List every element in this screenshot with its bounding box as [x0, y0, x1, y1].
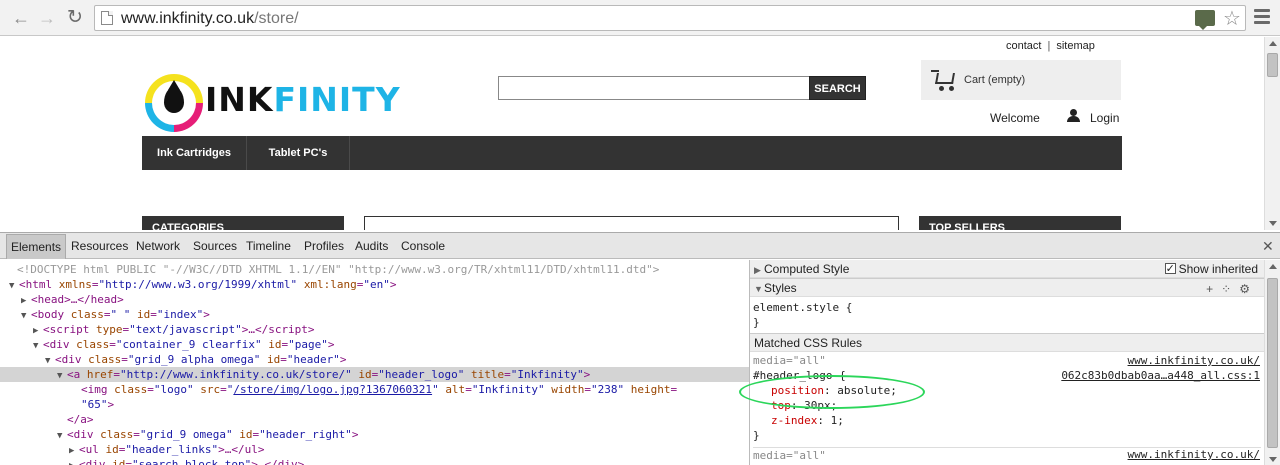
page-viewport: contact | sitemap INKFINITY SEARCH Cart (e… [0, 37, 1264, 230]
sitemap-link[interactable]: sitemap [1056, 40, 1095, 52]
tab-timeline[interactable]: Timeline [242, 233, 295, 259]
close-brace: } [753, 316, 760, 329]
dom-tree: <!DOCTYPE html PUBLIC "-//W3C//DTD XHTML… [0, 260, 749, 465]
devtools-panel: Elements Resources Network Sources Timel… [0, 232, 1280, 465]
link-separator: | [1047, 40, 1051, 52]
ink-drop-icon [164, 80, 184, 113]
dom-node-html[interactable]: ▼ <html xmlns="http://www.w3.org/1999/xht… [0, 277, 749, 292]
dom-node-div-search-block[interactable]: ▶<div id="search_block_top">…</div> [0, 457, 749, 465]
css-source-link[interactable]: www.inkfinity.co.uk/ [1128, 447, 1260, 462]
tab-elements[interactable]: Elements [6, 234, 67, 259]
styles-sidebar: ▶Computed Style Show inherited ▼Styles +… [750, 260, 1264, 465]
main-nav: Ink Cartridges Tablet PC's [142, 136, 1122, 170]
nav-item-ink-cartridges[interactable]: Ink Cartridges [142, 136, 247, 170]
site-logo[interactable]: INKFINITY [145, 72, 400, 138]
header-links: contact | sitemap [1006, 40, 1095, 52]
logo-text: INKFINITY [205, 80, 401, 119]
browser-menu-icon[interactable] [1254, 9, 1270, 27]
tab-sources[interactable]: Sources [189, 233, 241, 259]
tab-profiles[interactable]: Profiles [300, 233, 348, 259]
page-scrollbar[interactable] [1264, 37, 1280, 230]
show-inherited-toggle[interactable]: Show inherited [1164, 260, 1258, 278]
cart-box[interactable]: Cart (empty) [921, 60, 1121, 100]
search-input[interactable] [498, 76, 810, 100]
matched-css-section[interactable]: Matched CSS Rules [750, 333, 1264, 352]
css-decl-z-index[interactable]: z-index: 1; [771, 413, 844, 428]
dom-node-ul-header-links[interactable]: ▶ <ul id="header_links">…</ul> [0, 442, 749, 457]
scroll-down-arrow-icon[interactable] [1269, 221, 1277, 226]
bookmark-star-icon[interactable]: ☆ [1223, 6, 1241, 31]
search-button[interactable]: SEARCH [809, 76, 866, 100]
css-decl-position[interactable]: position: absolute; [771, 383, 897, 398]
style-tools-icons[interactable]: +⁘⚙ [1206, 280, 1258, 298]
tab-console[interactable]: Console [397, 233, 449, 259]
reload-icon[interactable]: ↻ [64, 7, 86, 29]
tab-audits[interactable]: Audits [351, 233, 392, 259]
contact-link[interactable]: contact [1006, 40, 1041, 52]
dom-node-img-logo[interactable]: <img class="logo" src="/store/img/logo.j… [0, 382, 749, 397]
dom-node-head[interactable]: ▶ <head>…</head> [0, 292, 749, 307]
collapsed-triangle-icon[interactable]: ▶ [754, 261, 764, 279]
dom-node-img-logo-cont: "65"> [81, 398, 115, 411]
scroll-up-arrow-icon[interactable] [1269, 41, 1277, 46]
dom-node-body[interactable]: ▼ <body class=" " id="index"> [0, 307, 749, 322]
dom-node-div-header-right[interactable]: ▼ <div class="grid_9 omega" id="header_ri… [0, 427, 749, 442]
css-source-link[interactable]: www.inkfinity.co.uk/ [1128, 353, 1260, 368]
expand-triangle-icon[interactable]: ▼ [754, 280, 764, 298]
cart-icon [931, 69, 957, 91]
cart-status: Cart (empty) [964, 74, 1026, 86]
css-selector[interactable]: #header_logo { [753, 368, 846, 383]
dom-node-script[interactable]: ▶ <script type="text/javascript">…</scrip… [0, 322, 749, 337]
tab-resources[interactable]: Resources [67, 233, 132, 259]
css-source-file-link[interactable]: 062c83b0dbab0aa…a448_all.css:1 [1061, 368, 1260, 383]
extension-icon[interactable] [1195, 10, 1215, 30]
dom-node-div-header[interactable]: ▼ <div class="grid_9 alpha omega" id="hea… [0, 352, 749, 367]
browser-toolbar: ← → ↻ www.inkfinity.co.uk/store/ ☆ [0, 0, 1280, 36]
back-arrow-icon[interactable]: ← [10, 7, 32, 29]
tab-network[interactable]: Network [132, 233, 184, 259]
welcome-text: Welcome [990, 111, 1040, 125]
element-style-rule[interactable]: element.style { [753, 300, 852, 315]
scroll-down-arrow-icon[interactable] [1269, 457, 1277, 462]
top-sellers-header: TOP SELLERS [919, 216, 1121, 230]
computed-style-section[interactable]: ▶Computed Style Show inherited [750, 260, 1264, 278]
address-bar[interactable]: www.inkfinity.co.uk/store/ ☆ [94, 5, 1246, 31]
forward-arrow-icon[interactable]: → [36, 7, 58, 29]
center-content-box [364, 216, 899, 230]
scroll-thumb[interactable] [1267, 278, 1278, 448]
close-devtools-icon[interactable]: ✕ [1262, 238, 1274, 255]
dom-node-a-close[interactable]: </a> [0, 412, 749, 427]
nav-item-tablet-pcs[interactable]: Tablet PC's [247, 136, 350, 170]
devtools-tabs: Elements Resources Network Sources Timel… [0, 233, 1280, 259]
styles-section[interactable]: ▼Styles +⁘⚙ [750, 278, 1264, 297]
url-text[interactable]: www.inkfinity.co.uk/store/ [121, 10, 299, 28]
dom-node-div-page[interactable]: ▼ <div class="container_9 clearfix" id="p… [0, 337, 749, 352]
scroll-thumb[interactable] [1267, 53, 1278, 77]
user-icon [1066, 109, 1080, 123]
categories-header: CATEGORIES [142, 216, 344, 230]
styles-scrollbar[interactable] [1264, 260, 1280, 465]
css-decl-top[interactable]: top: 30px; [771, 398, 837, 413]
scroll-up-arrow-icon[interactable] [1269, 264, 1277, 269]
login-link[interactable]: Login [1090, 111, 1119, 125]
dom-node-a-header-logo[interactable]: ▼ <a href="http://www.inkfinity.co.uk/sto… [0, 367, 749, 382]
close-brace: } [753, 429, 760, 442]
collapsed-triangle-icon[interactable]: ▶ [69, 459, 79, 465]
dom-node-doctype[interactable]: <!DOCTYPE html PUBLIC "-//W3C//DTD XHTML… [0, 262, 749, 277]
media-query: media="all" [753, 354, 826, 367]
checkbox-icon[interactable] [1164, 260, 1176, 278]
page-icon [101, 11, 113, 25]
